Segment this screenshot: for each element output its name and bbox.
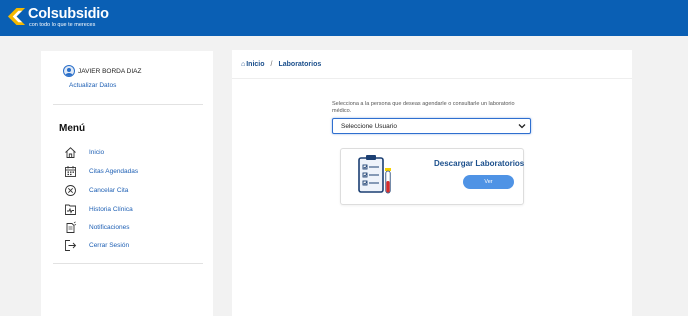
user-info: JAVIER BORDA DIAZ	[63, 65, 141, 77]
sidebar-divider-bottom	[53, 263, 203, 264]
sidebar-item-label: Cancelar Cita	[89, 186, 129, 194]
breadcrumb-current: Laboratorios	[278, 60, 322, 68]
card-title: Descargar Laboratorios	[434, 159, 525, 168]
sidebar-item-cancelar-cita[interactable]: Cancelar Cita	[64, 183, 128, 197]
download-labs-card: Descargar Laboratorios Ver	[340, 148, 524, 205]
sidebar-item-label: Historia Clínica	[89, 205, 133, 213]
home-icon: ⌂	[241, 60, 246, 68]
cancel-circle-icon	[64, 184, 77, 197]
sidebar-item-inicio[interactable]: Inicio	[64, 145, 104, 159]
sidebar-item-cerrar-sesion[interactable]: Cerrar Sesión	[64, 238, 129, 252]
breadcrumb-home-link[interactable]: Inicio	[246, 61, 264, 68]
main-panel: ⌂ Inicio / Laboratorios Selecciona a la …	[232, 50, 632, 316]
select-person-prompt: Selecciona a la persona que deseas agend…	[332, 101, 515, 114]
sidebar-item-label: Citas Agendadas	[89, 167, 139, 175]
notifications-icon	[64, 220, 77, 234]
sidebar-item-label: Notificaciones	[89, 223, 130, 231]
sidebar-item-label: Cerrar Sesión	[89, 241, 130, 249]
menu-title: Menú	[59, 123, 86, 134]
sidebar-item-citas-agendadas[interactable]: Citas Agendadas	[64, 164, 138, 178]
colsubsidio-logo-icon	[7, 7, 26, 26]
user-name: JAVIER BORDA DIAZ	[78, 67, 142, 75]
clinical-history-icon	[64, 203, 77, 216]
top-header: Colsubsidio con todo lo que te mereces	[0, 0, 688, 36]
update-data-link[interactable]: Actualizar Datos	[69, 82, 116, 89]
brand-name: Colsubsidio	[28, 6, 109, 22]
sidebar: JAVIER BORDA DIAZ Actualizar Datos Menú …	[41, 51, 213, 316]
brand-tagline: con todo lo que te mereces	[29, 22, 96, 28]
breadcrumb: ⌂ Inicio / Laboratorios	[232, 50, 632, 79]
user-avatar-icon	[63, 65, 75, 77]
sidebar-item-historia-clinica[interactable]: Historia Clínica	[64, 202, 133, 216]
sidebar-item-label: Inicio	[89, 148, 105, 156]
home-icon	[64, 146, 77, 159]
calendar-icon	[64, 165, 77, 178]
user-select-value: Seleccione Usuario	[341, 122, 398, 130]
view-button[interactable]: Ver	[463, 175, 514, 189]
breadcrumb-separator: /	[270, 60, 273, 68]
sidebar-item-notificaciones[interactable]: Notificaciones	[64, 220, 129, 234]
colsubsidio-logo[interactable]: Colsubsidio con todo lo que te mereces	[7, 7, 109, 31]
sidebar-divider-top	[53, 104, 203, 105]
chevron-down-icon	[518, 124, 526, 129]
user-select[interactable]: Seleccione Usuario	[332, 118, 531, 134]
logout-icon	[64, 239, 77, 252]
clipboard-test-tubes-illustration	[358, 155, 391, 194]
